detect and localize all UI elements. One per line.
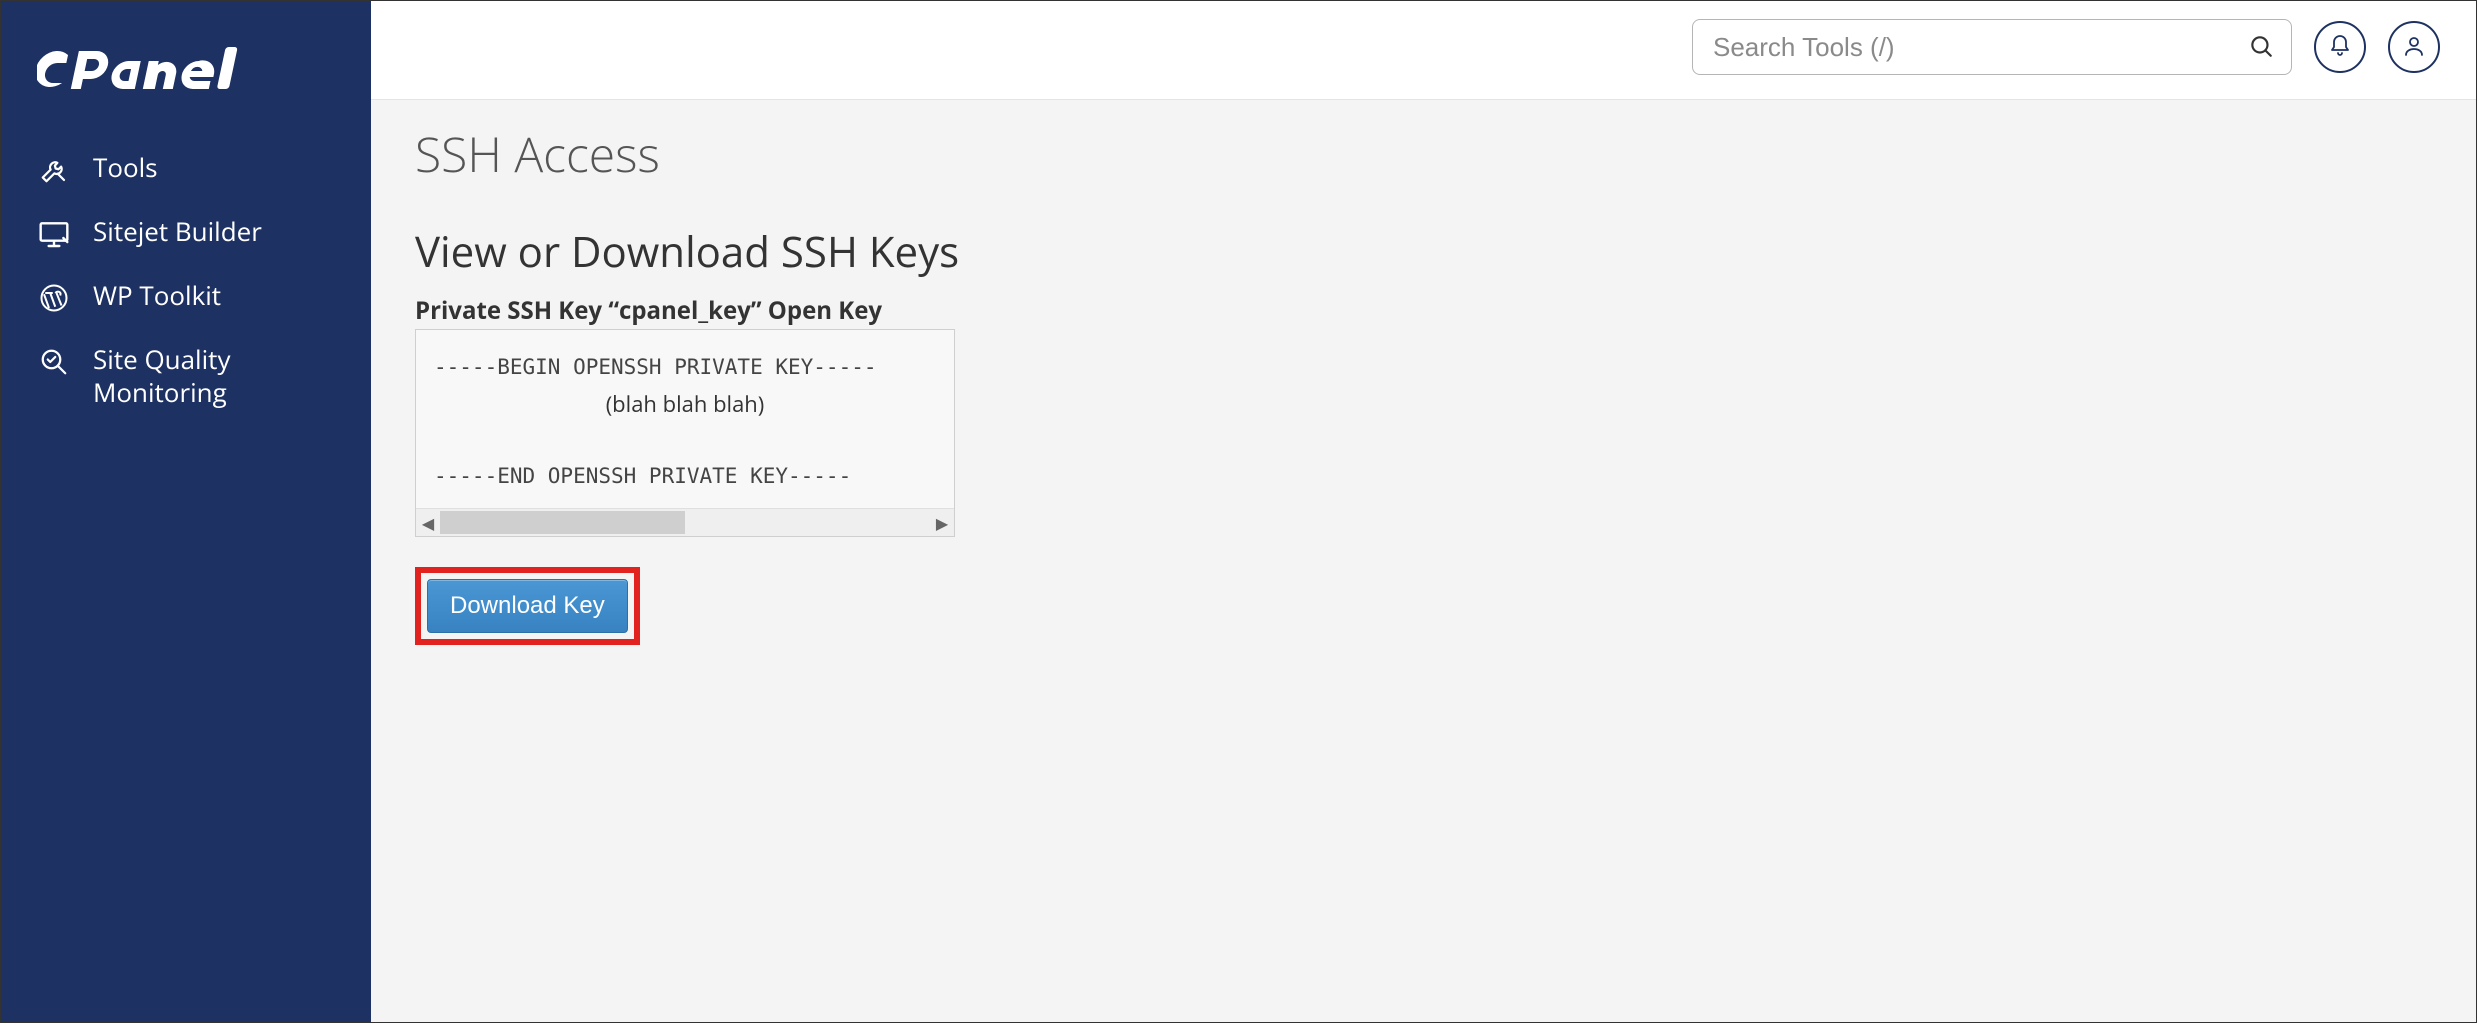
notifications-button[interactable] (2314, 21, 2366, 73)
scroll-track[interactable] (440, 509, 930, 536)
ssh-key-body[interactable]: -----BEGIN OPENSSH PRIVATE KEY----- (bla… (416, 346, 954, 508)
topbar (371, 1, 2476, 100)
sidebar-item-sitejet[interactable]: Sitejet Builder (1, 201, 371, 265)
user-icon (2402, 34, 2426, 61)
sidebar-item-site-quality[interactable]: Site Quality Monitoring (1, 329, 371, 422)
download-highlight: Download Key (415, 567, 640, 645)
ssh-key-box: -----BEGIN OPENSSH PRIVATE KEY----- (bla… (415, 329, 955, 537)
key-begin: -----BEGIN OPENSSH PRIVATE KEY----- (434, 355, 877, 379)
bell-icon (2328, 34, 2352, 61)
page-title: SSH Access (415, 122, 2432, 187)
brand-logo (1, 41, 371, 137)
section-title: View or Download SSH Keys (415, 223, 2432, 280)
sidebar-item-label: WP Toolkit (93, 279, 335, 312)
magnifier-check-icon (37, 345, 71, 379)
sidebar-item-wp-toolkit[interactable]: WP Toolkit (1, 265, 371, 329)
wordpress-icon (37, 281, 71, 315)
scroll-left-icon[interactable]: ◀ (416, 509, 440, 536)
sidebar-item-label: Sitejet Builder (93, 215, 335, 248)
tools-icon (37, 153, 71, 187)
sidebar-item-label: Site Quality Monitoring (93, 343, 335, 408)
account-button[interactable] (2388, 21, 2440, 73)
horizontal-scrollbar[interactable]: ◀ ▶ (416, 508, 954, 536)
sidebar-item-label: Tools (93, 151, 335, 184)
search-input[interactable] (1692, 19, 2292, 75)
sidebar-item-tools[interactable]: Tools (1, 137, 371, 201)
download-key-button[interactable]: Download Key (427, 579, 628, 633)
scroll-thumb[interactable] (440, 511, 685, 534)
key-end: -----END OPENSSH PRIVATE KEY----- (434, 464, 851, 488)
main: SSH Access View or Download SSH Keys Pri… (371, 1, 2476, 1022)
key-label: Private SSH Key “cpanel_key” Open Key (415, 294, 2432, 327)
scroll-right-icon[interactable]: ▶ (930, 509, 954, 536)
sitejet-icon (37, 217, 71, 251)
sidebar-nav: Tools Sitejet Builder WP Toolkit (1, 137, 371, 422)
search-wrap (1692, 19, 2292, 75)
content: SSH Access View or Download SSH Keys Pri… (371, 100, 2476, 685)
key-placeholder: (blah blah blah) (434, 386, 936, 423)
sidebar: Tools Sitejet Builder WP Toolkit (1, 1, 371, 1022)
